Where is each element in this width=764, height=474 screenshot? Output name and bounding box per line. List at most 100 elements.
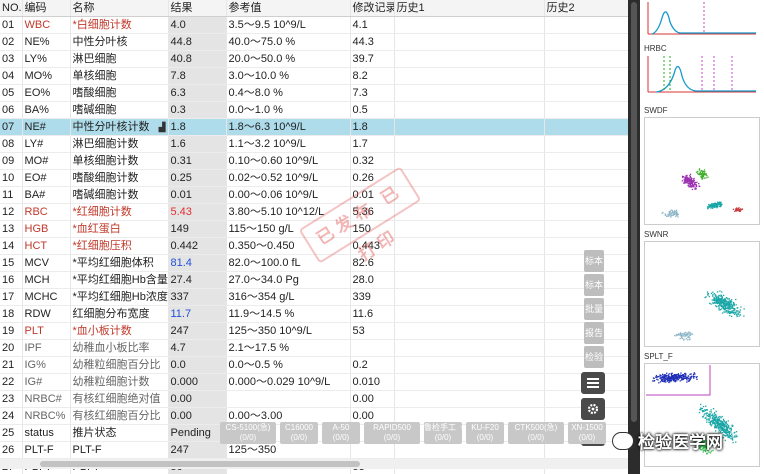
cell-modify: 4.1: [350, 16, 395, 35]
scatter-dot: [703, 173, 705, 175]
cell-name: 幼稚粒细胞百分比: [70, 356, 169, 375]
header-history2[interactable]: 历史2: [544, 0, 628, 18]
table-row[interactable]: 23 NRBC# 有核红细胞绝对值 0.00 0.00: [0, 390, 628, 409]
scatter-dot: [661, 378, 663, 380]
table-row[interactable]: 01 WBC *白细胞计数 4.0 3.5～9.5 10^9/L 4.1: [0, 16, 628, 35]
scatter-dot: [710, 409, 712, 411]
scatter-dot: [724, 298, 726, 300]
table-row[interactable]: 22 IG# 幼稚粒细胞计数 0.000 0.000～0.029 10^9/L 0.010: [0, 373, 628, 392]
instrument-button[interactable]: KU-F20 (0/0): [466, 422, 504, 444]
scatter-dot: [731, 304, 733, 306]
cell-result: 4.7: [168, 339, 227, 358]
scatter-dot: [720, 298, 722, 300]
menu-button[interactable]: [581, 372, 605, 394]
cell-code: PLT-F: [22, 441, 71, 460]
scatter-dot: [667, 215, 669, 217]
table-row[interactable]: 03 LY% 淋巴细胞 40.8 20.0～50.0 % 39.7: [0, 50, 628, 69]
header-history1[interactable]: 历史1: [394, 0, 545, 18]
table-row[interactable]: 08 LY# 淋巴细胞计数 1.6 1.1～3.2 10^9/L 1.7: [0, 135, 628, 154]
watermark-text: 检验医学网: [638, 433, 723, 452]
instrument-count: (0/0): [434, 433, 452, 442]
cell-code: LY#: [22, 135, 71, 154]
table-row[interactable]: 16 MCH *平均红细胞Hb含量 27.4 27.0～34.0 Pg 28.0: [0, 271, 628, 290]
table-row[interactable]: 09 MO# 单核细胞计数 0.31 0.10～0.60 10^9/L 0.32: [0, 152, 628, 171]
scatter-dot: [705, 177, 707, 179]
instrument-name: CTK500(急): [514, 423, 558, 432]
instrument-button[interactable]: CTK500(急) (0/0): [508, 422, 564, 444]
scatter-dot: [709, 302, 711, 304]
instrument-bar: CS-5100(急) (0/0) C16000 (0/0) A-50 (0/0) RAPID…: [220, 422, 606, 444]
instrument-button[interactable]: CS-5100(急) (0/0): [220, 422, 276, 444]
header-name[interactable]: 名称: [70, 0, 169, 18]
horizontal-scrollbar[interactable]: [0, 459, 628, 469]
scatter-dot: [685, 181, 687, 183]
cell-modify: 8.2: [350, 67, 395, 86]
side-button-1[interactable]: 标本: [584, 250, 604, 272]
instrument-button[interactable]: A-50 (0/0): [322, 422, 360, 444]
scatter-dot: [668, 381, 670, 384]
scatter-dot: [683, 181, 685, 183]
scatter-dot: [712, 295, 714, 297]
header-result[interactable]: 结果: [168, 0, 227, 18]
scatter-dot: [727, 310, 729, 312]
table-row[interactable]: 07 NE# 中性分叶核计数 ▟ 1.8 1.8～6.3 10^9/L 1.8: [0, 118, 628, 137]
cell-hist1: [394, 220, 545, 239]
scatter-dot: [698, 411, 701, 414]
scatter-dot: [731, 299, 733, 301]
cell-hist2: [544, 118, 628, 137]
table-row[interactable]: 05 EO% 嗜酸细胞 6.3 0.4～8.0 % 7.3: [0, 84, 628, 103]
table-row[interactable]: 06 BA% 嗜碱细胞 0.3 0.0～1.0 % 0.5: [0, 101, 628, 120]
side-button-batch[interactable]: 批量: [584, 298, 604, 320]
scatter-dot: [663, 381, 666, 383]
cell-hist2: [544, 16, 628, 35]
table-row[interactable]: 26 PLT-F PLT-F 247 125～350: [0, 441, 628, 460]
scatter-dot: [730, 427, 732, 429]
scatter-dot: [693, 180, 695, 182]
instrument-button[interactable]: C16000 (0/0): [280, 422, 318, 444]
vertical-scrollbar-thumb[interactable]: [631, 2, 637, 422]
scatter-dot: [691, 375, 693, 377]
table-row[interactable]: 04 MO% 单核细胞 7.8 3.0～10.0 % 8.2: [0, 67, 628, 86]
table-row[interactable]: 11 BA# 嗜碱细胞计数 0.01 0.00～0.06 10^9/L 0.01: [0, 186, 628, 205]
cell-code: IPF: [22, 339, 71, 358]
table-row[interactable]: 20 IPF 幼稚血小板比率 4.7 2.1～17.5 %: [0, 339, 628, 358]
table-row[interactable]: 10 EO# 嗜酸细胞计数 0.25 0.02～0.52 10^9/L 0.26: [0, 169, 628, 188]
settings-button[interactable]: [581, 398, 605, 420]
chart-icon[interactable]: ▟: [159, 119, 166, 135]
scrollbar-thumb[interactable]: [40, 461, 360, 467]
cell-result: 0.442: [168, 237, 227, 256]
instrument-button[interactable]: RAPID500 (0/0): [364, 422, 420, 444]
scatter-dot: [680, 376, 682, 379]
scatter-dot: [730, 303, 732, 306]
table-row[interactable]: 19 PLT *血小板计数 247 125～350 10^9/L 53: [0, 322, 628, 341]
cell-no: 06: [0, 101, 23, 120]
instrument-count: (0/0): [383, 433, 401, 442]
cell-hist1: [394, 50, 545, 69]
header-no[interactable]: NO.: [0, 0, 23, 18]
table-row[interactable]: 12 RBC *红细胞计数 5.43 3.80～5.10 10^12/L 5.36: [0, 203, 628, 222]
instrument-name: CS-5100(急): [225, 423, 271, 432]
table-row[interactable]: 21 IG% 幼稚粒细胞百分比 0.0 0.0～0.5 % 0.2: [0, 356, 628, 375]
instrument-button[interactable]: XN-1500 (0/0): [568, 422, 606, 444]
vertical-scrollbar[interactable]: [628, 0, 640, 474]
header-code[interactable]: 编码: [22, 0, 71, 18]
side-button-2[interactable]: 标本: [584, 274, 604, 296]
scatter-dot: [719, 305, 721, 307]
side-button-check[interactable]: 检验: [584, 346, 604, 368]
header-modify[interactable]: 修改记录: [350, 0, 395, 18]
scatter-dot: [697, 170, 699, 173]
side-button-report[interactable]: 报告: [584, 322, 604, 344]
scatter-dot: [689, 338, 691, 340]
table-row[interactable]: 15 MCV *平均红细胞体积 81.4 82.0～100.0 fL 82.6: [0, 254, 628, 273]
cell-name: *平均红细胞Hb浓度: [70, 288, 169, 307]
scatter-dot: [719, 423, 721, 425]
table-row[interactable]: 18 RDW 红细胞分布宽度 11.7 11.9～14.5 % 11.6: [0, 305, 628, 324]
cell-no: 02: [0, 33, 23, 52]
header-ref[interactable]: 参考值: [226, 0, 351, 18]
table-row[interactable]: 02 NE% 中性分叶核 44.8 40.0～75.0 % 44.3: [0, 33, 628, 52]
cell-no: 10: [0, 169, 23, 188]
table-row[interactable]: 17 MCHC *平均红细胞Hb浓度 337 316～354 g/L 339: [0, 288, 628, 307]
scatter-dot: [718, 307, 720, 309]
instrument-button[interactable]: 鲁检手工（急）(0/0): [424, 422, 462, 444]
scatter-dot: [708, 415, 710, 417]
